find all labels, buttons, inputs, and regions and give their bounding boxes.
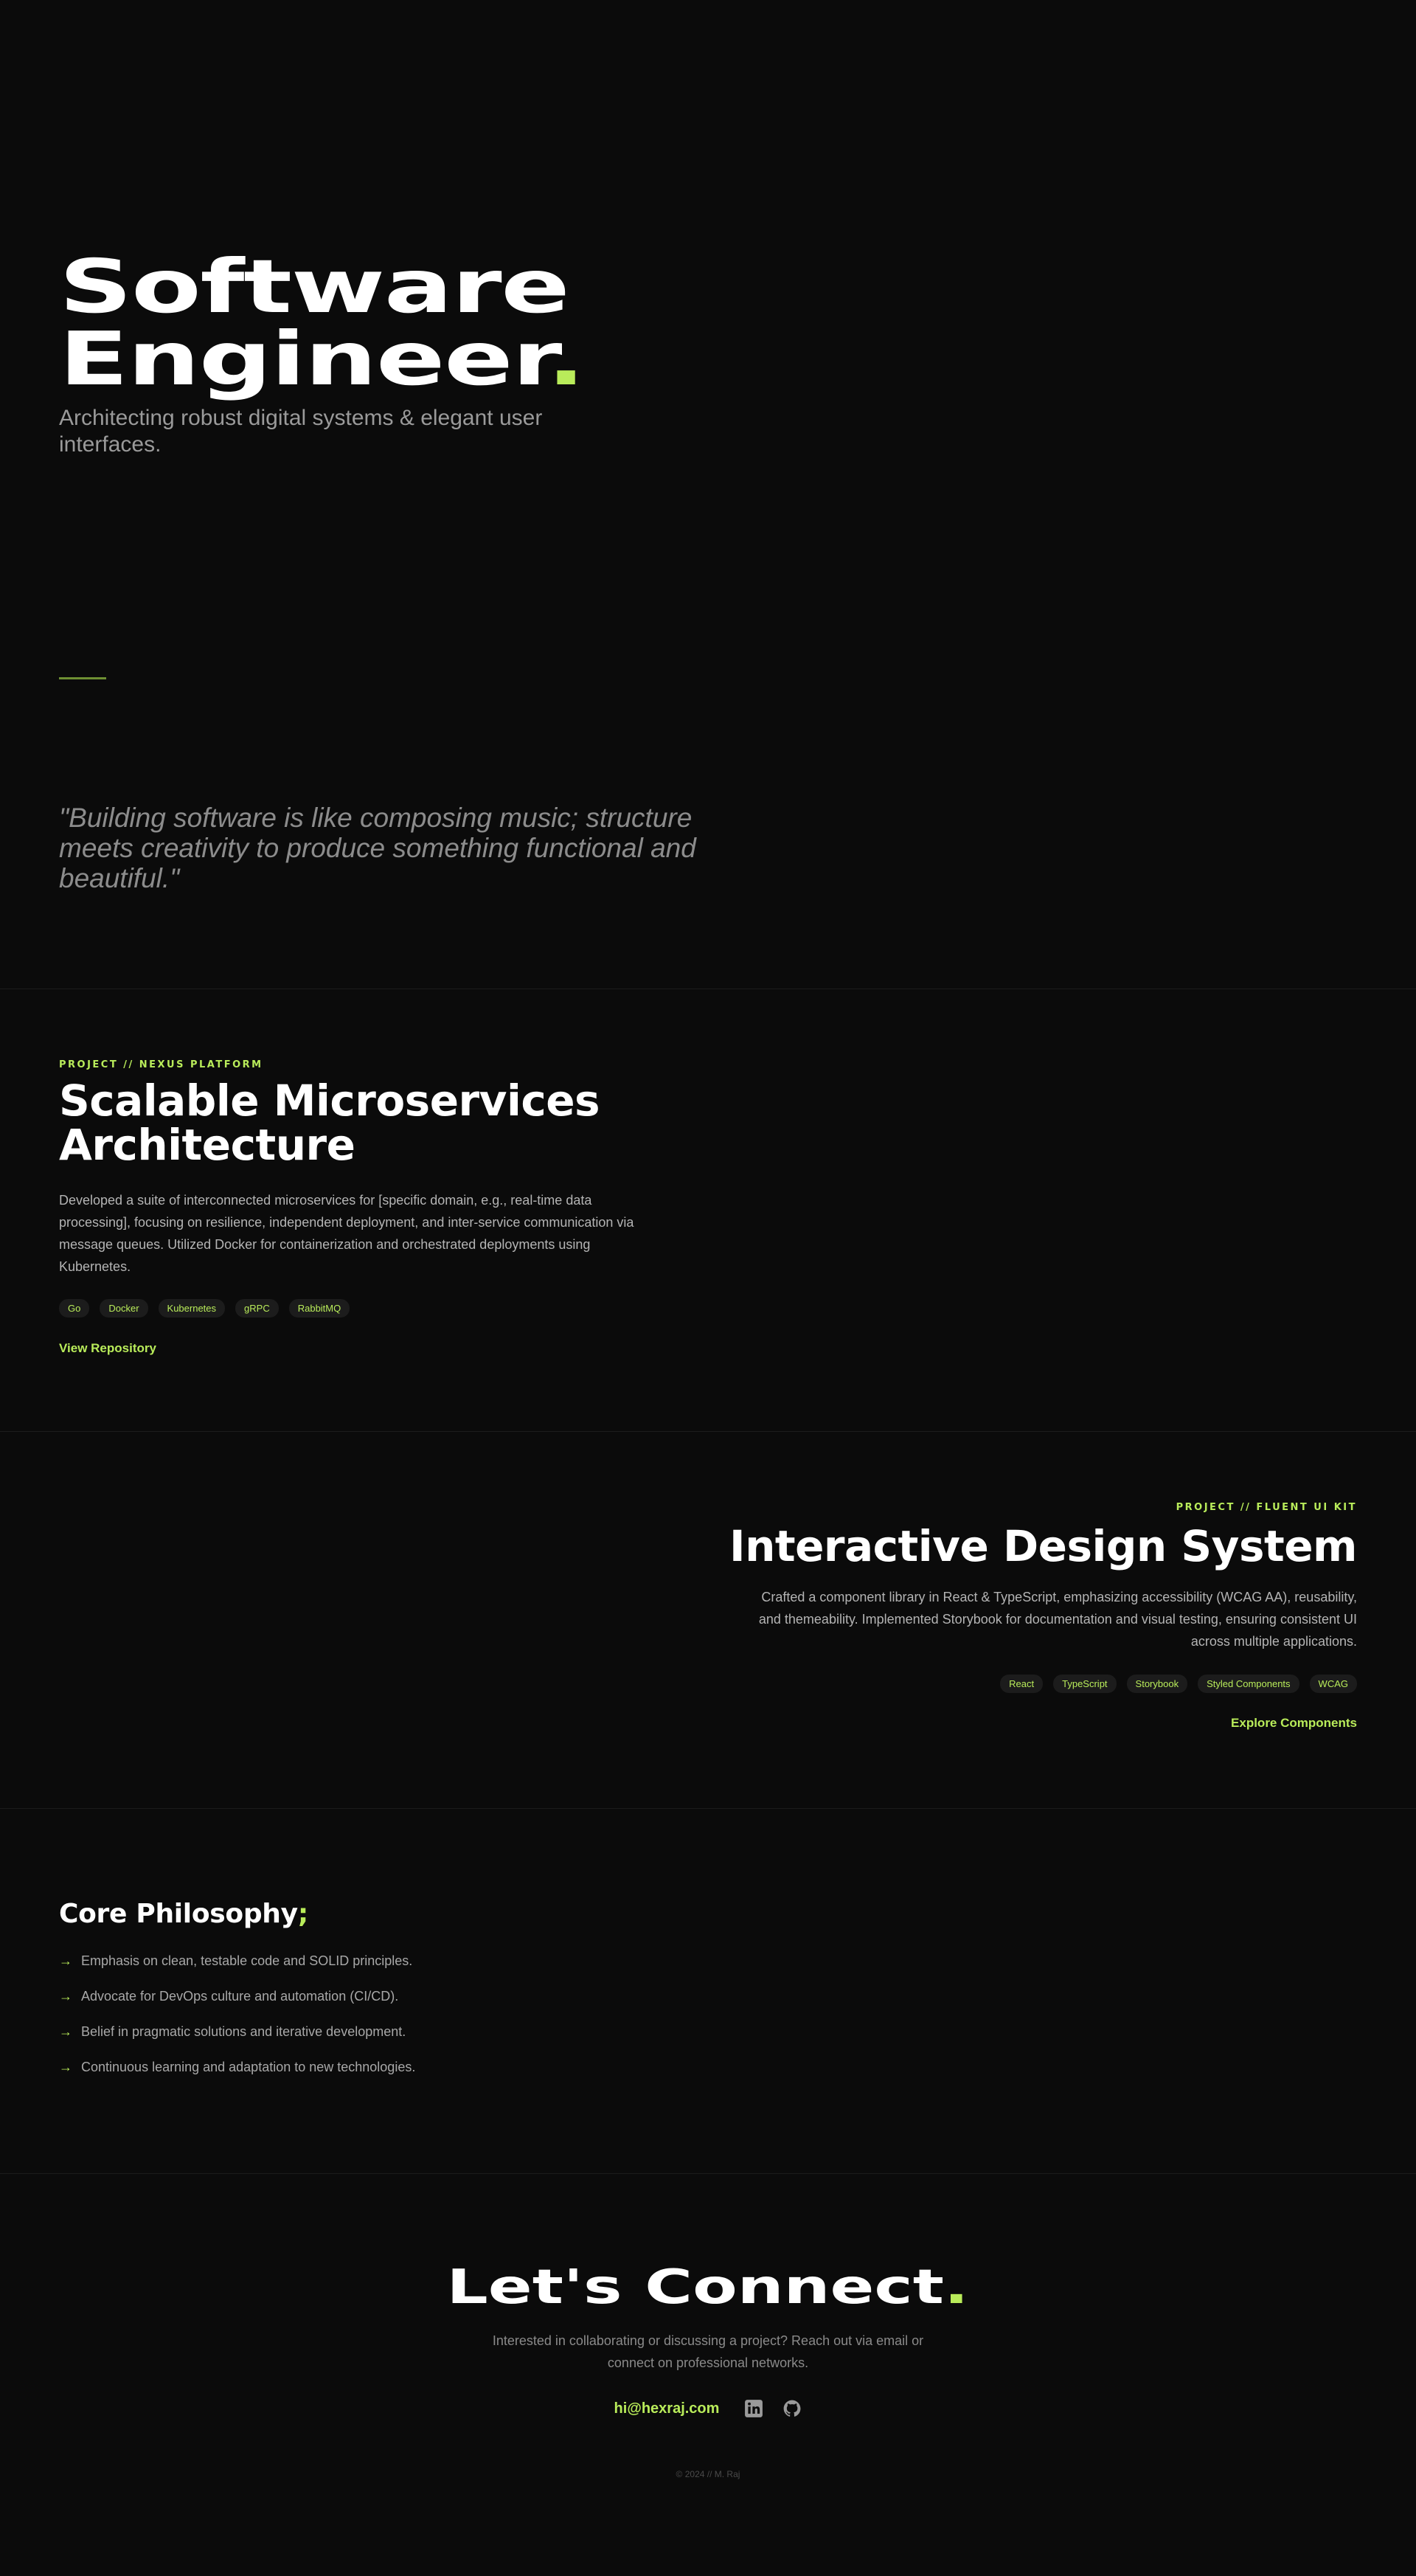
connect-title: Let's Connect.	[0, 2260, 1416, 2315]
tag: RabbitMQ	[288, 1299, 350, 1318]
list-item-text: Belief in pragmatic solutions and iterat…	[81, 2023, 406, 2039]
connect-subtitle: Interested in collaborating or discussin…	[492, 2333, 924, 2370]
project-tags: React TypeScript Storybook Styled Compon…	[1000, 1675, 1357, 1693]
tag: WCAG	[1309, 1675, 1357, 1693]
philosophy-section: Core Philosophy; → Emphasis on clean, tes…	[59, 1899, 723, 2085]
section-divider	[0, 1431, 1416, 1432]
list-item: → Belief in pragmatic solutions and itera…	[59, 2014, 723, 2049]
hero-title: Software Engineer.	[59, 250, 586, 396]
list-item: → Advocate for DevOps culture and automat…	[59, 1978, 723, 2014]
hero-subtitle: Architecting robust digital systems & el…	[59, 406, 543, 457]
connect-title-dot: .	[944, 2260, 970, 2315]
list-item: → Continuous learning and adaptation to n…	[59, 2049, 723, 2085]
arrow-right-icon: →	[59, 1953, 72, 1968]
arrow-right-icon: →	[59, 2023, 72, 2039]
list-item-text: Continuous learning and adaptation to ne…	[81, 2059, 416, 2074]
tag: gRPC	[235, 1299, 279, 1318]
project-eyebrow: PROJECT // FLUENT UI KIT	[1176, 1502, 1357, 1513]
list-item: → Emphasis on clean, testable code and SO…	[59, 1943, 723, 1978]
contact-row: hi@hexraj.com	[0, 2399, 1416, 2418]
philosophy-list: → Emphasis on clean, testable code and SO…	[59, 1943, 723, 2085]
philosophy-title-text: Core Philosophy	[59, 1899, 298, 1929]
view-repository-link[interactable]: View Repository	[59, 1341, 156, 1356]
project-title: Scalable Microservices Architecture	[59, 1076, 600, 1170]
project-eyebrow: PROJECT // NEXUS PLATFORM	[59, 1059, 263, 1070]
section-divider	[0, 2173, 1416, 2174]
arrow-right-icon: →	[59, 2059, 72, 2074]
hero-section: Software Engineer. Architecting robust d…	[0, 0, 1416, 988]
tag: Styled Components	[1198, 1675, 1299, 1693]
tag: Docker	[100, 1299, 148, 1318]
project-description: Developed a suite of interconnected micr…	[59, 1193, 634, 1274]
footer: © 2024 // M. Raj	[676, 2469, 740, 2479]
project-title: Interactive Design System	[729, 1521, 1358, 1571]
list-item-text: Advocate for DevOps culture and automati…	[81, 1988, 399, 2004]
tag: Go	[59, 1299, 90, 1318]
section-divider	[0, 1808, 1416, 1809]
hero-divider	[59, 677, 106, 679]
explore-components-link[interactable]: Explore Components	[1231, 1716, 1357, 1731]
tag: Storybook	[1126, 1675, 1188, 1693]
arrow-right-icon: →	[59, 1988, 72, 2004]
linkedin-icon[interactable]	[744, 2399, 763, 2418]
section-divider	[0, 988, 1416, 989]
tag: Kubernetes	[158, 1299, 226, 1318]
philosophy-title: Core Philosophy;	[59, 1899, 723, 1930]
tag: React	[1000, 1675, 1044, 1693]
list-item-text: Emphasis on clean, testable code and SOL…	[81, 1953, 413, 1968]
hero-title-line2: Engineer	[59, 316, 548, 402]
connect-title-text: Let's Connect	[446, 2260, 945, 2315]
tag: TypeScript	[1053, 1675, 1117, 1693]
project-description: Crafted a component library in React & T…	[758, 1590, 1357, 1649]
github-icon[interactable]	[782, 2399, 802, 2418]
project-tags: Go Docker Kubernetes gRPC RabbitMQ	[59, 1299, 350, 1318]
hero-quote: "Building software is like composing mus…	[59, 803, 696, 893]
hero-title-dot: .	[546, 316, 585, 402]
email-link[interactable]: hi@hexraj.com	[614, 2400, 720, 2417]
philosophy-title-mark: ;	[297, 1899, 308, 1929]
